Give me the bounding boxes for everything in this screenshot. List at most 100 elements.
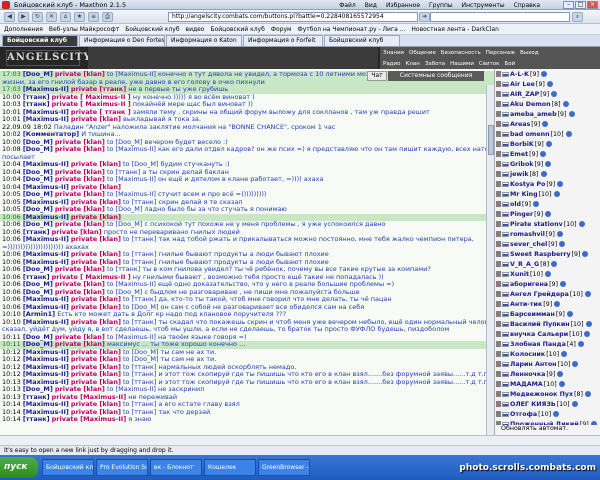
info-icon[interactable] xyxy=(568,111,575,117)
nav-character[interactable]: Персонаж xyxy=(486,50,515,56)
info-icon[interactable] xyxy=(553,411,560,417)
tab-fight-club-2[interactable]: Бойцовский клуб xyxy=(324,35,400,46)
home-icon[interactable]: ⌂ xyxy=(60,11,71,22)
chat-author[interactable]: [Doo_M] xyxy=(23,176,53,183)
user-list-item[interactable]: old [9] xyxy=(495,199,600,209)
nav-radio[interactable]: Радио xyxy=(383,61,400,67)
private-message-icon[interactable] xyxy=(496,311,501,317)
private-message-icon[interactable] xyxy=(496,231,501,237)
info-icon[interactable] xyxy=(545,211,552,217)
history-icon[interactable]: ≡ xyxy=(88,11,99,22)
user-name[interactable]: Pirate stationv xyxy=(510,221,563,228)
private-message-icon[interactable] xyxy=(496,271,501,277)
private-message-icon[interactable] xyxy=(496,351,501,357)
start-button[interactable]: пуск xyxy=(0,457,38,478)
info-icon[interactable] xyxy=(551,91,558,97)
private-message-icon[interactable] xyxy=(496,371,501,377)
info-icon[interactable] xyxy=(559,281,566,287)
user-list-item[interactable]: Колосник [10] xyxy=(495,349,600,359)
user-name[interactable]: V_R_A_G xyxy=(510,261,539,268)
user-list-item[interactable]: Emet [9] xyxy=(495,149,600,159)
user-list-item[interactable]: Aku Demon [8] xyxy=(495,99,600,109)
info-icon[interactable] xyxy=(557,371,564,377)
user-name[interactable]: Злобная Панда xyxy=(510,341,566,348)
taskbar-item[interactable]: GreenBrowser - [фор... xyxy=(258,459,310,476)
user-list-item[interactable]: Air Lee [9] xyxy=(495,79,600,89)
private-message-icon[interactable] xyxy=(496,411,501,417)
user-list-item[interactable]: Василий Пупкин [10] xyxy=(495,319,600,329)
user-list-item[interactable]: Барсеимман [9] xyxy=(495,309,600,319)
private-message-icon[interactable] xyxy=(496,141,501,147)
private-message-icon[interactable] xyxy=(496,381,501,387)
user-list-item[interactable]: Gribok [9] xyxy=(495,159,600,169)
private-message-icon[interactable] xyxy=(496,261,501,267)
private-message-icon[interactable] xyxy=(496,191,501,197)
info-icon[interactable] xyxy=(546,81,553,87)
info-icon[interactable] xyxy=(540,151,547,157)
user-list-item[interactable]: Ленночка [9] xyxy=(495,369,600,379)
private-message-icon[interactable] xyxy=(496,181,501,187)
user-name[interactable]: BorbiK xyxy=(510,141,534,148)
user-list-item[interactable]: romashvil [9] xyxy=(495,229,600,239)
tab-system-messages[interactable]: Системные сообщения xyxy=(388,71,484,81)
user-name[interactable]: AIR_ZAP xyxy=(510,91,539,98)
nav-security[interactable]: Безопасность xyxy=(441,50,481,56)
chat-author[interactable]: [Maximus-II] xyxy=(23,214,69,221)
chat-author[interactable]: [Maximus-II] xyxy=(23,401,69,408)
chat-author[interactable]: [Doo_M] xyxy=(23,341,53,348)
chat-author[interactable]: [Maximus-II] xyxy=(23,251,69,258)
user-list-item[interactable]: Areas [9] xyxy=(495,119,600,129)
chat-author[interactable]: [Doo_M] xyxy=(23,146,53,153)
nav-fight[interactable]: Бой xyxy=(504,61,515,67)
chat-author[interactable]: [Maximus-II] xyxy=(23,161,69,168)
chat-author[interactable]: [Maximus-II] xyxy=(23,236,69,243)
user-list-item[interactable]: Pinger [9] xyxy=(495,209,600,219)
info-icon[interactable] xyxy=(545,141,552,147)
bookmark-item[interactable]: видео xyxy=(186,26,205,33)
user-name[interactable]: sever_chel xyxy=(510,241,547,248)
info-icon[interactable] xyxy=(557,181,564,187)
info-icon[interactable] xyxy=(532,201,539,207)
chat-author[interactable]: [Doo_M] xyxy=(23,191,53,198)
bookmark-item[interactable]: Новостная лента - DarkClan xyxy=(411,26,498,33)
refresh-icon[interactable]: ↻ xyxy=(32,11,43,22)
tab-fight-club[interactable]: Бойцовский клуб xyxy=(2,35,78,46)
private-message-icon[interactable] xyxy=(496,91,501,97)
chat-author[interactable]: [Maximus-II] xyxy=(23,259,69,266)
user-list-item[interactable]: Pirate stationv [10] xyxy=(495,219,600,229)
user-name[interactable]: Sweet Raspberry xyxy=(510,251,571,258)
maximize-icon[interactable]: □ xyxy=(575,1,586,9)
user-list-item[interactable]: bad omenn [10] xyxy=(495,129,600,139)
info-icon[interactable] xyxy=(584,291,591,297)
info-icon[interactable] xyxy=(545,161,552,167)
info-icon[interactable] xyxy=(584,391,591,397)
info-icon[interactable] xyxy=(562,101,569,107)
bookmark-item[interactable]: Бойцовский клуб xyxy=(210,26,264,33)
chat-author[interactable]: [Doo_M] xyxy=(23,169,53,176)
user-name[interactable]: Emet xyxy=(510,151,528,158)
info-icon[interactable] xyxy=(584,331,591,337)
user-list-item[interactable]: A-L-K [9] xyxy=(495,69,600,79)
user-name[interactable]: Колосник xyxy=(510,351,545,358)
taskbar-item[interactable]: Кошелек xyxy=(204,459,256,476)
tab-info-den[interactable]: Информация о Den Fortesque xyxy=(79,35,165,46)
nav-exit[interactable]: Выход xyxy=(520,50,539,56)
user-list-item[interactable]: МАДАМА [10] xyxy=(495,379,600,389)
user-list-item[interactable]: Анти-тик [9] xyxy=(495,299,600,309)
user-list-item[interactable]: Злобная Панда [4] xyxy=(495,339,600,349)
search-input[interactable] xyxy=(430,12,570,22)
private-message-icon[interactable] xyxy=(496,361,501,367)
chat-author[interactable]: [Maximus-II] xyxy=(23,356,69,363)
nav-care[interactable]: Забота xyxy=(425,61,445,67)
user-name[interactable]: bad omenn xyxy=(510,131,550,138)
chat-author[interactable]: [Maximus-II] xyxy=(23,184,69,191)
taskbar-item[interactable]: Pro Evolution Soccer ... xyxy=(96,459,148,476)
info-icon[interactable] xyxy=(540,171,547,177)
user-name[interactable]: ameba_ameb xyxy=(510,111,557,118)
info-icon[interactable] xyxy=(561,351,568,357)
user-name[interactable]: Отгофа xyxy=(510,411,537,418)
chat-author[interactable]: [ттанк] xyxy=(23,229,50,236)
chat-author[interactable]: [Maximus-II] xyxy=(23,86,69,93)
private-message-icon[interactable] xyxy=(496,161,501,167)
close-icon[interactable]: × xyxy=(587,1,598,9)
